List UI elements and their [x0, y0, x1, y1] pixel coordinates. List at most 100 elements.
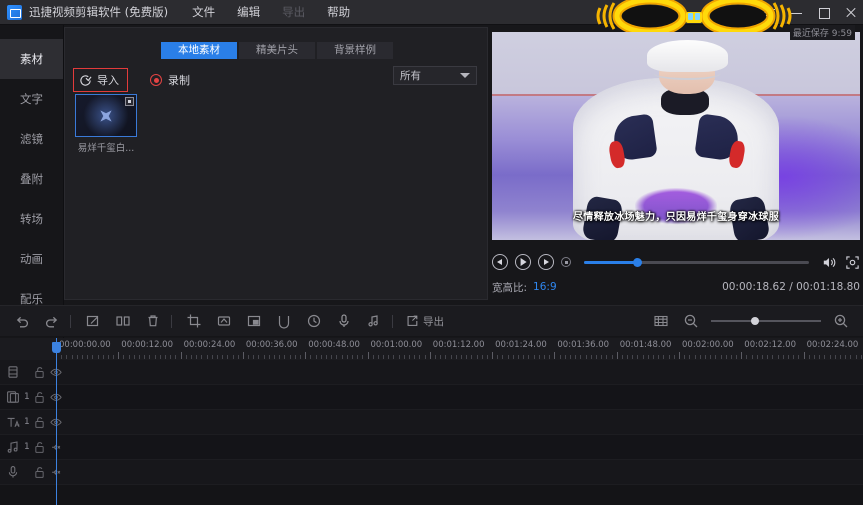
sidebar-item-media[interactable]: 素材: [0, 39, 63, 79]
export-button[interactable]: 导出: [405, 314, 444, 329]
ruler-tick-minor: [699, 355, 701, 359]
rotate-icon[interactable]: [216, 313, 232, 329]
ruler-tick-minor: [159, 355, 161, 359]
unlock-icon[interactable]: [34, 366, 45, 378]
mask-icon[interactable]: [276, 313, 292, 329]
prev-frame-icon[interactable]: [492, 254, 508, 270]
ruler-tick-minor: [720, 355, 722, 359]
close-icon[interactable]: [844, 6, 857, 19]
ruler-tick-minor: [346, 355, 348, 359]
media-actions: 导入 录制: [73, 68, 190, 92]
video-preview[interactable]: 尽情释放冰场魅力，只因易烊千玺身穿冰球服: [492, 32, 860, 240]
ruler-tick-minor: [76, 355, 78, 359]
ruler-tick-minor: [196, 355, 198, 359]
edit-icon[interactable]: [85, 313, 101, 329]
microphone-icon[interactable]: [336, 313, 352, 329]
ruler-tick-label: 00:00:24.00: [183, 340, 236, 350]
ruler-tick-label: 00:02:24.00: [806, 340, 859, 350]
window-controls: [763, 0, 857, 25]
ruler-tick-minor: [403, 355, 405, 359]
ruler-tick-minor: [149, 355, 151, 359]
progress-knob[interactable]: [632, 257, 642, 267]
ruler-tick-minor: [486, 355, 488, 359]
delete-icon[interactable]: [145, 313, 161, 329]
media-filter-select[interactable]: 所有: [393, 66, 477, 85]
ruler-tick-minor: [533, 355, 535, 359]
zoom-in-icon[interactable]: [833, 313, 849, 329]
undo-icon[interactable]: [14, 313, 30, 329]
track-row[interactable]: [0, 460, 863, 485]
zoom-out-icon[interactable]: [683, 313, 699, 329]
import-button[interactable]: 导入: [73, 68, 128, 92]
ruler-tick-label: 00:01:24.00: [495, 340, 547, 350]
maximize-icon[interactable]: [817, 6, 830, 19]
ruler-tick-minor: [289, 355, 291, 359]
ruler-tick-major: [741, 352, 743, 359]
play-icon[interactable]: [515, 254, 531, 270]
ruler-tick-minor: [590, 355, 592, 359]
timeline-ruler[interactable]: 00:00:00.00 00:00:12.00 00:00:24.00 00:00:3…: [0, 338, 863, 360]
playback-progress-slider[interactable]: [584, 257, 809, 267]
sidebar-item-animation[interactable]: 动画: [0, 239, 63, 279]
sidebar-item-filter[interactable]: 滤镜: [0, 119, 63, 159]
track-clips-area[interactable]: [56, 360, 863, 384]
ruler-tick-minor: [673, 355, 675, 359]
timeline-tracks: 1 1 1: [0, 360, 863, 505]
ruler-tick-minor: [736, 355, 738, 359]
tab-background-samples[interactable]: 背景样例: [317, 42, 393, 59]
media-item-thumbnail[interactable]: [75, 94, 137, 137]
record-button[interactable]: 录制: [150, 72, 190, 88]
timeline-zoom-slider[interactable]: [711, 317, 821, 325]
menu-item-help[interactable]: 帮助: [327, 4, 350, 20]
crop-icon[interactable]: [186, 313, 202, 329]
tab-local-media[interactable]: 本地素材: [161, 42, 237, 59]
preview-panel: 尽情释放冰场魅力，只因易烊千玺身穿冰球服 宽高比: 16:9 00:00:18.…: [492, 27, 860, 302]
record-button-label: 录制: [168, 74, 190, 87]
speed-icon[interactable]: [306, 313, 322, 329]
ruler-tick-minor: [190, 355, 192, 359]
sidebar-item-text[interactable]: 文字: [0, 79, 63, 119]
media-item[interactable]: 易烊千玺白...: [75, 94, 137, 154]
menu-bar: 文件 编辑 导出 帮助: [192, 4, 350, 20]
picture-in-picture-icon[interactable]: [246, 313, 262, 329]
menu-item-export[interactable]: 导出: [282, 4, 305, 20]
more-icon[interactable]: [125, 97, 134, 106]
preview-meta: 宽高比: 16:9 00:00:18.62 / 00:01:18.80: [492, 279, 860, 295]
ruler-tick-label: 00:02:00.00: [682, 340, 734, 350]
ruler-tick-minor: [460, 355, 462, 359]
aspect-ratio-value[interactable]: 16:9: [533, 281, 557, 293]
menu-item-edit[interactable]: 编辑: [237, 4, 260, 20]
ruler-tick-minor: [684, 355, 686, 359]
next-frame-icon[interactable]: [538, 254, 554, 270]
unlock-icon[interactable]: [34, 441, 45, 453]
unlock-icon[interactable]: [34, 416, 45, 428]
track-clips-area[interactable]: [56, 410, 863, 434]
track-row[interactable]: [0, 360, 863, 385]
ruler-tick-minor: [434, 355, 436, 359]
stop-icon[interactable]: [561, 257, 571, 267]
fullscreen-icon[interactable]: [845, 255, 860, 270]
track-clips-area[interactable]: [56, 385, 863, 409]
unlock-icon[interactable]: [34, 466, 45, 478]
unlock-icon[interactable]: [34, 391, 45, 403]
menu-icon[interactable]: [763, 6, 776, 19]
zoom-slider-knob[interactable]: [751, 317, 759, 325]
track-row[interactable]: 1: [0, 410, 863, 435]
minimize-icon[interactable]: [790, 6, 803, 19]
playhead[interactable]: [52, 338, 61, 505]
tab-intro-templates[interactable]: 精美片头: [239, 42, 315, 59]
ruler-tick-minor: [663, 355, 665, 359]
menu-item-file[interactable]: 文件: [192, 4, 215, 20]
split-icon[interactable]: [115, 313, 131, 329]
track-clips-area[interactable]: [56, 435, 863, 459]
track-clips-area[interactable]: [56, 460, 863, 484]
redo-icon[interactable]: [44, 313, 60, 329]
sidebar-item-transition[interactable]: 转场: [0, 199, 63, 239]
playhead-handle[interactable]: [52, 342, 61, 353]
volume-icon[interactable]: [821, 255, 836, 270]
fit-timeline-icon[interactable]: [653, 313, 669, 329]
track-row[interactable]: 1: [0, 435, 863, 460]
audio-detach-icon[interactable]: [366, 313, 382, 329]
track-row[interactable]: 1: [0, 385, 863, 410]
sidebar-item-overlay[interactable]: 叠附: [0, 159, 63, 199]
